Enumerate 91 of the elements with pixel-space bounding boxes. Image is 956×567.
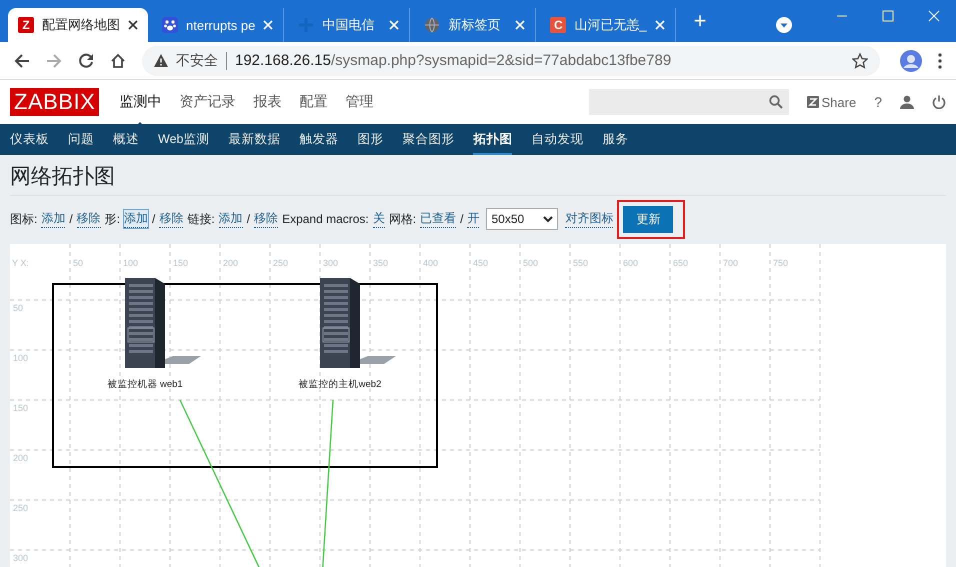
control-label: 形: (104, 210, 120, 228)
server-icon[interactable] (125, 278, 201, 368)
more-icon[interactable] (938, 52, 942, 68)
help-button[interactable]: ? (874, 94, 882, 110)
axis-label: 50 (13, 303, 24, 313)
control-label: 链接: (187, 210, 215, 228)
home-icon[interactable] (110, 52, 126, 68)
separator: / (460, 212, 464, 226)
share-button[interactable]: Share (806, 94, 856, 110)
maximize-icon[interactable] (882, 10, 894, 22)
submenu-item[interactable]: 聚合图形 (402, 124, 454, 155)
axis-label: 300 (13, 553, 28, 563)
user-icon[interactable] (900, 95, 914, 109)
axis-label: 400 (423, 258, 438, 268)
menu-item[interactable]: 管理 (345, 93, 374, 109)
page-title: 网络拓扑图 (10, 155, 946, 196)
control-label: 网格: (388, 210, 416, 228)
axis-label: 200 (223, 258, 238, 268)
back-icon[interactable] (14, 52, 30, 68)
link[interactable]: 移除 (76, 210, 101, 228)
link[interactable]: 移除 (159, 210, 184, 228)
submenu-item[interactable]: 触发器 (299, 124, 338, 155)
axis-label: 700 (723, 258, 738, 268)
control-label: 图标: (10, 210, 38, 228)
globe-icon (424, 17, 440, 33)
server-icon[interactable] (320, 278, 396, 368)
axis-label: 250 (273, 258, 288, 268)
axis-label: 450 (473, 258, 488, 268)
zabbix-logo[interactable]: ZABBIX (10, 88, 100, 116)
axis-label: Y X: (12, 258, 29, 268)
axis-label: 650 (673, 258, 688, 268)
link[interactable]: 已查看 (420, 210, 456, 228)
submenu-item[interactable]: 自动发现 (531, 124, 584, 155)
favicon-icon: C (550, 17, 566, 33)
submenu-item[interactable]: 问题 (68, 124, 94, 155)
avatar-icon[interactable] (900, 50, 922, 72)
link[interactable]: 添加 (41, 210, 66, 228)
submenu-item[interactable]: 概述 (113, 124, 139, 155)
star-icon[interactable] (852, 52, 868, 68)
axis-label: 750 (773, 258, 788, 268)
axis-label: 100 (13, 353, 28, 363)
axis-label: 350 (373, 258, 388, 268)
reload-icon[interactable] (78, 52, 94, 68)
link[interactable]: 添加 (124, 210, 148, 228)
axis-label: 250 (13, 503, 28, 513)
separator: / (69, 212, 73, 226)
submenu-item[interactable]: Web监测 (158, 124, 210, 155)
link[interactable]: 添加 (218, 210, 243, 228)
url-text: 192.168.26.15/sysmap.php?sysmapid=2&sid=77abdabc13fbe789 (235, 52, 672, 69)
link[interactable]: 对齐图标 (565, 210, 614, 228)
paw-icon (162, 17, 178, 33)
separator: / (152, 212, 156, 226)
close-icon[interactable] (128, 20, 138, 30)
menu-item[interactable]: 配置 (299, 93, 328, 109)
submenu-item[interactable]: 最新数据 (228, 124, 280, 155)
axis-label: 150 (13, 403, 28, 413)
menu-item[interactable]: 监测中 (119, 93, 162, 109)
link[interactable]: 移除 (254, 210, 278, 228)
axis-label: 50 (73, 258, 84, 268)
update-button[interactable]: 更新 (623, 206, 674, 232)
grid-size-select[interactable]: 50x50 (486, 208, 558, 230)
axis-label: 100 (123, 258, 138, 268)
axis-label: 550 (573, 258, 588, 268)
search-field[interactable] (588, 89, 788, 115)
warning-icon (154, 54, 168, 67)
browser-tab[interactable]: Z 配置网络地图 (8, 8, 148, 42)
axis-label: 300 (323, 258, 338, 268)
map-element-label: 被监控的主机web2 (298, 379, 382, 390)
menu-item[interactable]: 资产记录 (179, 93, 236, 109)
security-label: 不安全 (176, 52, 227, 70)
submenu-item[interactable]: 服务 (602, 124, 628, 155)
map-element-label: 被监控机器 web1 (107, 379, 183, 390)
dropdown-icon[interactable] (776, 17, 792, 33)
link[interactable]: 关 (372, 210, 385, 228)
new-tab-button[interactable]: + (680, 8, 720, 40)
power-icon[interactable] (932, 95, 946, 109)
axis-label: 600 (623, 258, 638, 268)
search-icon (768, 95, 782, 109)
zabbix-share-icon (806, 96, 818, 108)
address-field[interactable]: 不安全 192.168.26.15/sysmap.php?sysmapid=2&sid=77abdabc13fbe789 (142, 46, 880, 76)
submenu-item[interactable]: 图形 (357, 124, 384, 155)
axis-label: 500 (523, 258, 538, 268)
caret-icon (543, 216, 554, 222)
submenu-item[interactable]: 仪表板 (10, 124, 49, 155)
menu-item[interactable]: 报表 (253, 93, 282, 109)
control-label: Expand macros: (282, 212, 369, 226)
axis-label: 200 (13, 453, 28, 463)
axis-label: 150 (173, 258, 188, 268)
separator: / (246, 212, 250, 226)
favicon-icon: Z (18, 17, 34, 33)
link[interactable]: 开 (467, 210, 480, 228)
